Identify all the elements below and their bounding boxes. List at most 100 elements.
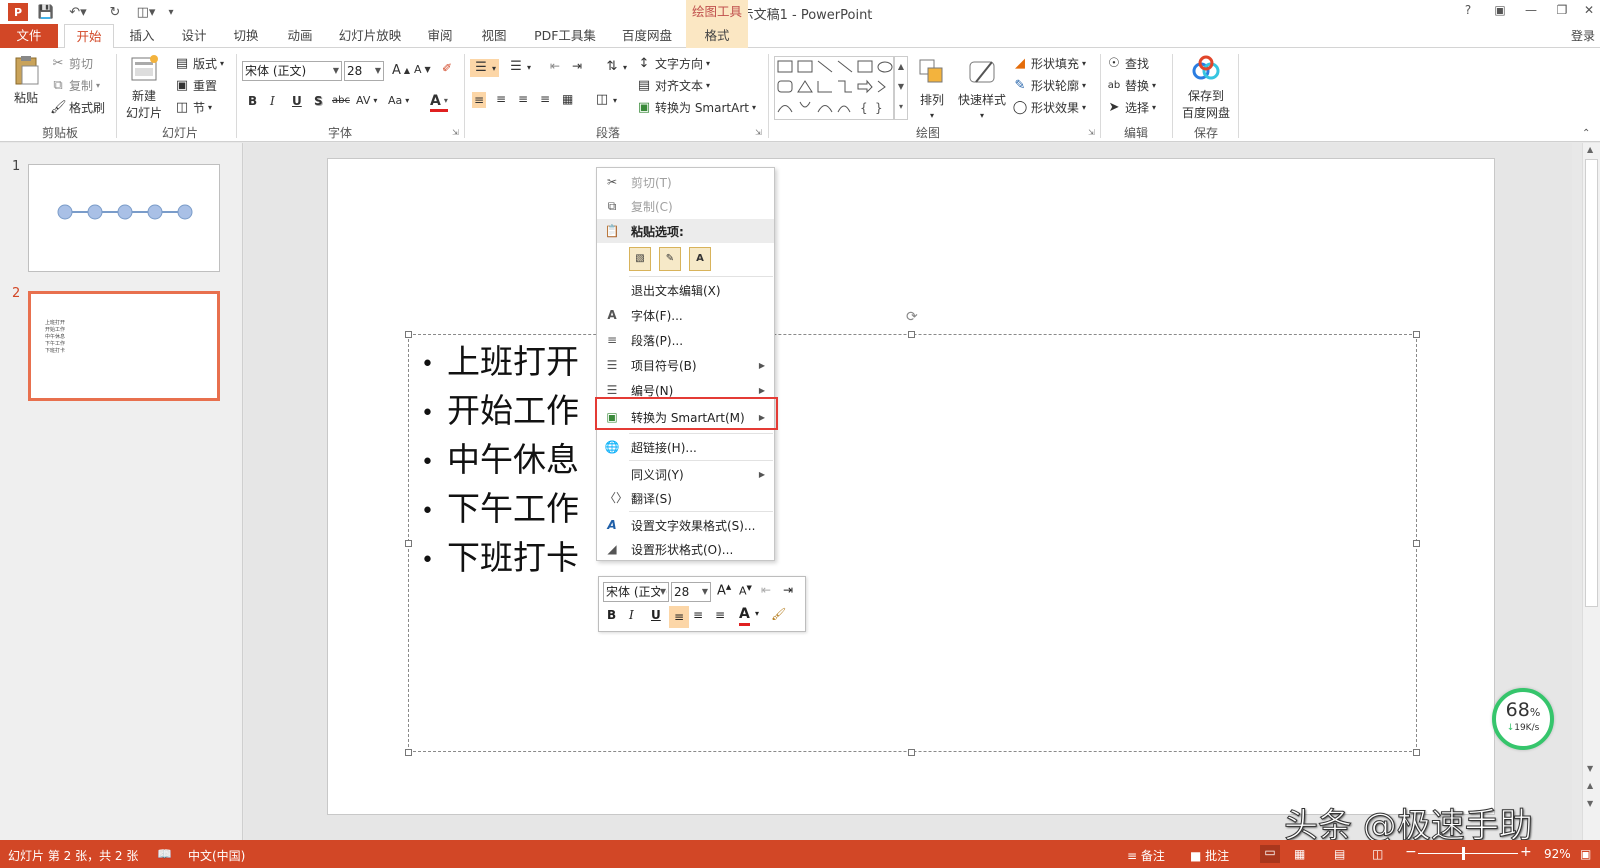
close-icon[interactable]: ✕ (1578, 3, 1600, 21)
paste-button[interactable]: 粘贴 (8, 54, 44, 106)
zoom-out-button[interactable]: − (1405, 844, 1417, 860)
mini-grow-font-icon[interactable]: A▲ (717, 583, 731, 598)
shapes-gallery-scroll[interactable]: ▲ ▼ ▾ (894, 56, 908, 120)
menu-item-exit-text-edit[interactable]: 退出文本编辑(X) (597, 278, 774, 302)
shape-fill-button[interactable]: ◢ 形状填充 ▾ (1012, 55, 1086, 72)
bullet-item[interactable]: • 上班打开 (421, 335, 579, 383)
resize-handle[interactable] (1413, 540, 1420, 547)
replace-button[interactable]: ab 替换 ▾ (1106, 77, 1156, 94)
distributed-icon[interactable]: ▦ (562, 92, 573, 106)
slideshow-view-icon[interactable]: ◫ (1372, 847, 1383, 861)
paragraph-dialog-launcher-icon[interactable]: ⇲ (755, 128, 762, 137)
normal-view-icon[interactable]: ▭ (1260, 845, 1280, 863)
scroll-thumb[interactable] (1585, 159, 1598, 607)
tab-transitions[interactable]: 切换 (224, 24, 268, 48)
bullet-item[interactable]: • 下班打卡 (421, 531, 579, 579)
menu-item-text-effects[interactable]: A 设置文字效果格式(S)... (597, 513, 774, 537)
resize-handle[interactable] (908, 749, 915, 756)
mini-bold-button[interactable]: B (607, 608, 616, 622)
shrink-font-button[interactable]: A ▼ (414, 63, 431, 76)
spell-check-icon[interactable]: 📖 (157, 847, 172, 861)
mini-font-select[interactable]: 宋体 (正文) ▼ (603, 582, 669, 602)
next-slide-icon[interactable]: ▼ (1587, 799, 1593, 808)
bold-button[interactable]: B (248, 94, 257, 108)
slide-thumbnail-2[interactable]: 上班打开 开始工作 中午休息 下午工作 下班打卡 (28, 291, 220, 401)
menu-item-translate[interactable]: 〈〉 翻译(S) (597, 486, 774, 510)
font-dialog-launcher-icon[interactable]: ⇲ (452, 128, 459, 137)
font-name-select[interactable]: 宋体 (正文) ▼ (242, 61, 342, 81)
reading-view-icon[interactable]: ▤ (1334, 847, 1345, 861)
format-painter-button[interactable]: 🖌 格式刷 (50, 99, 105, 116)
convert-smartart-button[interactable]: ▣ 转换为 SmartArt ▾ (636, 99, 756, 116)
copy-button[interactable]: ⧉ 复制 ▾ (50, 77, 100, 94)
tab-review[interactable]: 审阅 (418, 24, 462, 48)
slide-sorter-icon[interactable]: ▦ (1294, 847, 1305, 861)
restore-icon[interactable]: ❐ (1551, 3, 1573, 21)
shape-effects-button[interactable]: ◯ 形状效果 ▾ (1012, 99, 1086, 116)
quick-styles-button[interactable]: 快速样式 ▾ (956, 56, 1008, 120)
scroll-down-icon[interactable]: ▼ (1587, 764, 1593, 773)
paste-keep-source-icon[interactable]: ▧ (629, 247, 651, 271)
mini-font-color-button[interactable]: A (739, 606, 750, 626)
find-button[interactable]: ☉ 查找 (1106, 55, 1149, 72)
drawing-dialog-launcher-icon[interactable]: ⇲ (1088, 128, 1095, 137)
mini-format-painter-icon[interactable]: 🖌 (771, 607, 786, 621)
resize-handle[interactable] (908, 331, 915, 338)
italic-button[interactable]: I (270, 94, 275, 108)
mini-increase-indent-icon[interactable]: ⇥ (783, 583, 793, 597)
tab-baidu-netdisk[interactable]: 百度网盘 (614, 24, 680, 48)
strikethrough-button[interactable]: abc (332, 95, 350, 106)
menu-item-paragraph[interactable]: ≡ 段落(P)... (597, 328, 774, 352)
minimize-icon[interactable]: — (1520, 3, 1542, 21)
tab-view[interactable]: 视图 (472, 24, 516, 48)
new-slide-button[interactable]: 新建 幻灯片 (122, 54, 166, 120)
shadow-button[interactable]: S (314, 94, 323, 108)
paste-text-only-icon[interactable]: A (689, 247, 711, 271)
ribbon-display-options-icon[interactable]: ▣ (1489, 3, 1511, 21)
mini-font-color-dropdown-icon[interactable]: ▾ (755, 609, 759, 618)
line-spacing-button[interactable]: ⇅ ▾ (604, 59, 627, 75)
tab-insert[interactable]: 插入 (120, 24, 164, 48)
align-left-icon[interactable]: ≡ (472, 92, 487, 108)
decrease-indent-icon[interactable]: ⇤ (550, 59, 560, 73)
increase-indent-icon[interactable]: ⇥ (572, 59, 582, 73)
clear-formatting-icon[interactable]: ✐ (442, 61, 452, 75)
zoom-level[interactable]: 92% (1544, 847, 1571, 861)
menu-item-cut[interactable]: ✂ 剪切(T) (597, 170, 774, 194)
tab-animations[interactable]: 动画 (278, 24, 322, 48)
bullet-item[interactable]: • 下午工作 (421, 482, 579, 530)
underline-button[interactable]: U (292, 94, 302, 108)
select-button[interactable]: ➤ 选择 ▾ (1106, 99, 1156, 116)
font-color-button[interactable]: A ▾ (430, 92, 448, 112)
text-placeholder[interactable]: • 上班打开 • 开始工作 • 中午休息 • 下午工作 • 下班打卡 (408, 334, 1417, 752)
fit-to-window-icon[interactable]: ▣ (1580, 847, 1591, 861)
bullet-item[interactable]: • 中午休息 (421, 433, 579, 481)
network-speed-widget[interactable]: 68% ↓19K/s (1492, 688, 1554, 750)
mini-underline-button[interactable]: U (651, 608, 661, 622)
zoom-slider-track[interactable] (1418, 853, 1518, 854)
char-spacing-button[interactable]: AV ▾ (356, 94, 377, 107)
menu-item-hyperlink[interactable]: 🌐 超链接(H)... (597, 435, 774, 459)
resize-handle[interactable] (405, 331, 412, 338)
zoom-in-button[interactable]: + (1520, 844, 1532, 860)
tab-home[interactable]: 开始 (64, 24, 114, 49)
section-button[interactable]: ◫ 节 ▾ (174, 99, 212, 116)
collapse-ribbon-icon[interactable]: ⌃ (1582, 128, 1590, 139)
mini-shrink-font-icon[interactable]: A▼ (739, 584, 752, 598)
mini-size-select[interactable]: 28 ▼ (671, 582, 711, 602)
menu-item-synonyms[interactable]: 同义词(Y) ▶ (597, 462, 774, 486)
vertical-scrollbar[interactable]: ▲ ▼ ▲ ▼ (1582, 143, 1600, 840)
arrange-button[interactable]: 排列 ▾ (914, 56, 950, 120)
resize-handle[interactable] (1413, 749, 1420, 756)
zoom-slider-thumb[interactable] (1462, 847, 1465, 860)
grow-font-button[interactable]: A ▲ (392, 63, 410, 78)
bullet-item[interactable]: • 开始工作 (421, 384, 579, 432)
shapes-gallery[interactable]: {} (774, 56, 894, 120)
resize-handle[interactable] (405, 749, 412, 756)
text-direction-button[interactable]: ↕ 文字方向 ▾ (636, 55, 710, 72)
scroll-up-icon[interactable]: ▲ (1587, 145, 1593, 154)
resize-handle[interactable] (405, 540, 412, 547)
rotate-handle-icon[interactable]: ⟳ (906, 309, 918, 325)
tab-file[interactable]: 文件 (0, 24, 58, 48)
tab-pdf-tools[interactable]: PDF工具集 (526, 24, 604, 48)
